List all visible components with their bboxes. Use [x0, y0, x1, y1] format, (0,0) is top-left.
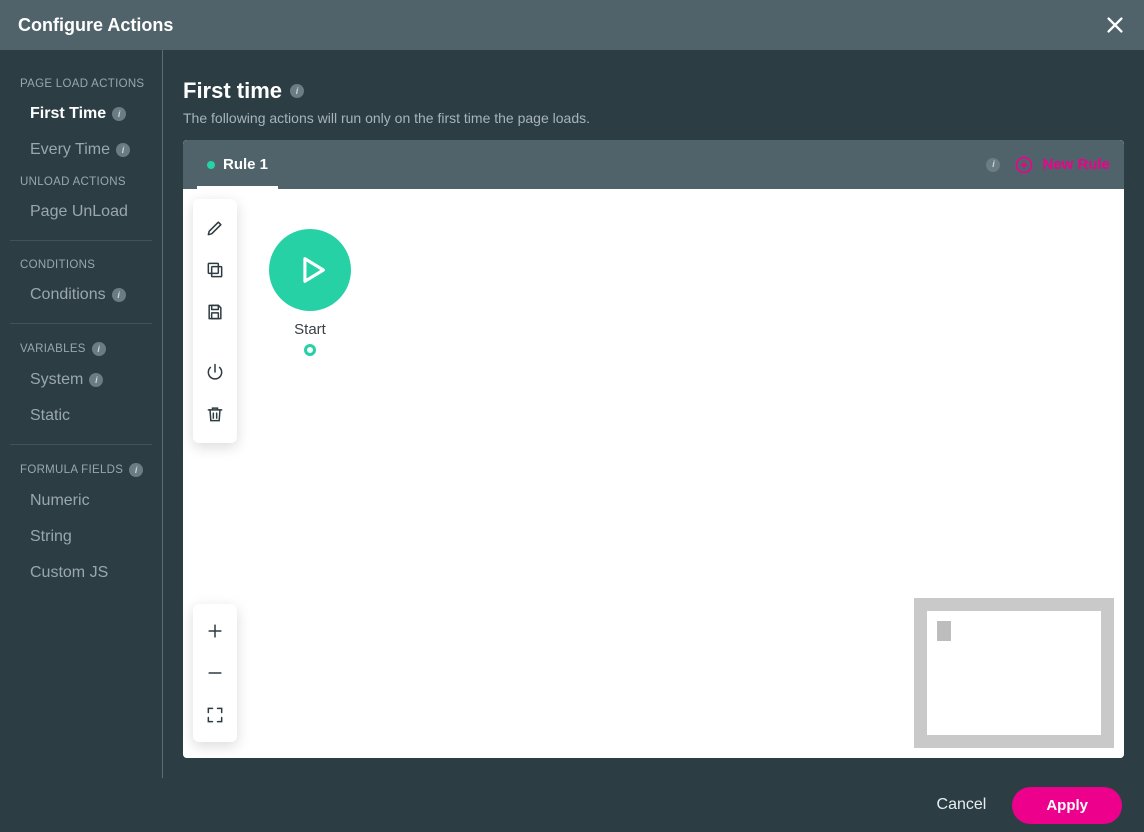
new-rule-button[interactable]: New Rule — [1014, 155, 1110, 175]
close-button[interactable] — [1104, 14, 1126, 36]
page-subtitle: The following actions will run only on t… — [183, 110, 1124, 126]
sidebar-item-label: First Time — [30, 105, 106, 123]
new-rule-label: New Rule — [1042, 156, 1110, 173]
sidebar-divider — [10, 323, 152, 324]
sidebar-item-label: Conditions — [30, 286, 106, 304]
sidebar-item-page-unload[interactable]: Page UnLoad — [0, 194, 162, 230]
rule-tab-1[interactable]: Rule 1 — [197, 140, 278, 189]
modal-body: PAGE LOAD ACTIONS First Time i Every Time i U… — [0, 50, 1144, 778]
sidebar-section-label: PAGE LOAD ACTIONS — [20, 78, 144, 90]
info-icon[interactable]: i — [112, 288, 126, 302]
rule-tabs-bar: Rule 1 i New Rule — [183, 140, 1124, 189]
sidebar-item-label: Custom JS — [30, 564, 108, 582]
sidebar-section-label: VARIABLES — [20, 343, 86, 355]
sidebar-section-header: CONDITIONS — [0, 251, 162, 277]
edit-button[interactable] — [193, 207, 237, 249]
sidebar-item-label: Page UnLoad — [30, 203, 128, 221]
sidebar-item-string[interactable]: String — [0, 519, 162, 555]
sidebar-section-header: VARIABLES i — [0, 334, 162, 362]
start-node-label: Start — [294, 321, 326, 338]
copy-button[interactable] — [193, 249, 237, 291]
sidebar-item-label: Static — [30, 407, 70, 425]
start-node[interactable]: Start — [269, 229, 351, 356]
sidebar-section-label: CONDITIONS — [20, 259, 95, 271]
rule-container: Rule 1 i New Rule — [183, 140, 1124, 758]
sidebar-item-static[interactable]: Static — [0, 398, 162, 434]
main-panel: First time i The following actions will … — [163, 50, 1144, 778]
sidebar-item-label: Every Time — [30, 141, 110, 159]
minimap-node-icon — [937, 621, 951, 641]
sidebar-item-conditions[interactable]: Conditions i — [0, 277, 162, 313]
sidebar-divider — [10, 444, 152, 445]
page-title-row: First time i — [183, 78, 1124, 104]
power-icon — [205, 362, 225, 382]
minus-icon — [205, 663, 225, 683]
plus-circle-icon — [1014, 155, 1034, 175]
page-header: First time i The following actions will … — [183, 78, 1124, 140]
sidebar-item-label: Numeric — [30, 492, 90, 510]
configure-actions-modal: Configure Actions PAGE LOAD ACTIONS First… — [0, 0, 1144, 832]
sidebar-section-header: UNLOAD ACTIONS — [0, 168, 162, 194]
fullscreen-icon — [205, 705, 225, 725]
rule-canvas[interactable]: Start — [183, 189, 1124, 758]
rule-active-indicator-icon — [207, 161, 215, 169]
modal-header: Configure Actions — [0, 0, 1144, 50]
info-icon[interactable]: i — [290, 84, 304, 98]
zoom-in-button[interactable] — [193, 610, 237, 652]
info-icon[interactable]: i — [986, 158, 1000, 172]
rule-tab-label: Rule 1 — [223, 156, 268, 173]
save-icon — [205, 302, 225, 322]
canvas-tools — [193, 199, 237, 443]
page-title: First time — [183, 78, 282, 104]
info-icon[interactable]: i — [116, 143, 130, 157]
modal-footer: Cancel Apply — [0, 778, 1144, 832]
sidebar-section-label: FORMULA FIELDS — [20, 464, 123, 476]
start-node-port[interactable] — [304, 344, 316, 356]
sidebar-divider — [10, 240, 152, 241]
sidebar-section-header: FORMULA FIELDS i — [0, 455, 162, 483]
modal-title: Configure Actions — [18, 15, 173, 36]
plus-icon — [205, 621, 225, 641]
minimap-viewport — [927, 611, 1101, 735]
close-icon — [1104, 14, 1126, 36]
trash-icon — [205, 404, 225, 424]
fit-screen-button[interactable] — [193, 694, 237, 736]
zoom-tools — [193, 604, 237, 742]
pencil-icon — [205, 218, 225, 238]
info-icon[interactable]: i — [92, 342, 106, 356]
apply-button[interactable]: Apply — [1012, 787, 1122, 824]
sidebar: PAGE LOAD ACTIONS First Time i Every Time i U… — [0, 50, 163, 778]
play-icon — [295, 253, 329, 287]
sidebar-item-first-time[interactable]: First Time i — [0, 96, 162, 132]
sidebar-item-label: String — [30, 528, 72, 546]
minimap[interactable] — [914, 598, 1114, 748]
info-icon[interactable]: i — [129, 463, 143, 477]
info-icon[interactable]: i — [112, 107, 126, 121]
delete-button[interactable] — [193, 393, 237, 435]
info-icon[interactable]: i — [89, 373, 103, 387]
zoom-out-button[interactable] — [193, 652, 237, 694]
copy-icon — [205, 260, 225, 280]
cancel-button[interactable]: Cancel — [937, 796, 987, 814]
sidebar-item-label: System — [30, 371, 83, 389]
power-button[interactable] — [193, 351, 237, 393]
sidebar-item-numeric[interactable]: Numeric — [0, 483, 162, 519]
start-node-circle[interactable] — [269, 229, 351, 311]
sidebar-section-header: PAGE LOAD ACTIONS — [0, 70, 162, 96]
save-button[interactable] — [193, 291, 237, 333]
sidebar-item-custom-js[interactable]: Custom JS — [0, 555, 162, 591]
sidebar-item-every-time[interactable]: Every Time i — [0, 132, 162, 168]
sidebar-section-label: UNLOAD ACTIONS — [20, 176, 126, 188]
sidebar-item-system[interactable]: Systemi — [0, 362, 162, 398]
